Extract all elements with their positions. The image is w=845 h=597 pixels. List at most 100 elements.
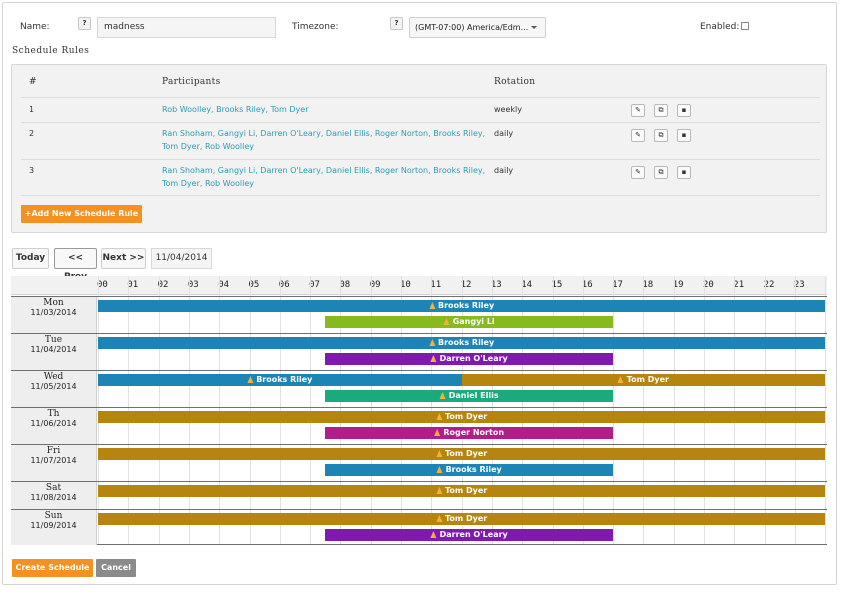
day-name: Fri — [46, 446, 61, 456]
copy-icon: ⧉ — [658, 131, 664, 139]
delete-rule-button[interactable]: ▪ — [677, 166, 691, 179]
delete-rule-button[interactable]: ▪ — [677, 104, 691, 117]
participants-link-cont[interactable]: Tom Dyer, Rob Woolley — [162, 140, 492, 153]
person-icon — [435, 450, 442, 457]
cancel-button[interactable]: Cancel — [96, 559, 136, 577]
add-schedule-rule-button[interactable]: +Add New Schedule Rule — [21, 205, 142, 223]
person-icon — [247, 376, 254, 383]
shift-bar[interactable]: Tom Dyer — [461, 374, 826, 386]
shift-person-name: Tom Dyer — [444, 412, 488, 421]
person-icon — [429, 302, 435, 309]
shift-label: Darren O'Leary — [430, 353, 508, 365]
timezone-select[interactable]: (GMT-07:00) America/Edm... — [409, 17, 546, 38]
col-header-num: # — [29, 77, 37, 87]
person-icon — [443, 318, 450, 325]
day-label: Wed 11/05/2014 — [11, 371, 97, 407]
create-schedule-button[interactable]: Create Schedule — [12, 559, 93, 577]
shift-person-name: Tom Dyer — [444, 449, 488, 458]
shift-label: Tom Dyer — [435, 485, 487, 497]
shift-label: Tom Dyer — [435, 411, 488, 423]
shift-bar[interactable]: Tom Dyer — [98, 485, 826, 497]
person-icon — [434, 429, 441, 436]
day-date: 11/07/2014 — [30, 456, 77, 465]
col-header-rotation: Rotation — [494, 77, 536, 87]
person-icon — [430, 355, 437, 362]
day-label: Fri 11/07/2014 — [11, 445, 97, 481]
shift-bar[interactable]: Gangyi Li — [325, 316, 614, 328]
shift-bar[interactable]: Brooks Riley — [98, 300, 826, 312]
day-name: Th — [47, 409, 60, 419]
rule-participants: Ran Shoham, Gangyi Li, Darren O'Leary, D… — [162, 127, 492, 153]
rule-row: 3 Ran Shoham, Gangyi Li, Darren O'Leary,… — [21, 159, 820, 196]
shift-person-name: Brooks Riley — [438, 338, 495, 347]
day-label: Sat 11/08/2014 — [11, 482, 97, 509]
participants-link[interactable]: Ran Shoham, Gangyi Li, Darren O'Leary, D… — [162, 164, 492, 177]
shift-bar[interactable]: Daniel Ellis — [325, 390, 614, 402]
name-help-button[interactable]: ? — [78, 17, 91, 30]
person-icon — [436, 466, 443, 473]
day-date: 11/09/2014 — [30, 521, 77, 530]
col-header-participants: Participants — [162, 77, 221, 87]
shift-bar[interactable]: Tom Dyer — [98, 411, 826, 423]
shift-person-name: Gangyi Li — [452, 317, 495, 326]
day-row: Th 11/06/2014 Tom Dyer Roger Norton — [11, 407, 827, 444]
rule-row: 1 Rob Woolley, Brooks Riley, Tom Dyer we… — [21, 97, 820, 122]
timezone-value: (GMT-07:00) America/Edm... — [415, 23, 529, 32]
shift-bar[interactable]: Tom Dyer — [98, 448, 826, 460]
shift-person-name: Brooks Riley — [445, 465, 502, 474]
name-input[interactable]: madness — [97, 17, 276, 38]
prev-button[interactable]: << Prev — [54, 248, 97, 282]
participants-link[interactable]: Rob Woolley, Brooks Riley, Tom Dyer — [162, 103, 482, 116]
shift-bar[interactable]: Tom Dyer — [98, 513, 826, 525]
next-button[interactable]: Next >> — [101, 248, 146, 269]
shift-bar[interactable]: Darren O'Leary — [325, 353, 614, 365]
copy-rule-button[interactable]: ⧉ — [654, 129, 668, 142]
schedule-rules-title: Schedule Rules — [12, 46, 90, 56]
edit-rule-button[interactable]: ✎ — [631, 104, 645, 117]
edit-rule-button[interactable]: ✎ — [631, 166, 645, 179]
copy-icon: ⧉ — [658, 106, 664, 114]
shift-label: Roger Norton — [434, 427, 504, 439]
timezone-help-button[interactable]: ? — [390, 17, 403, 30]
delete-rule-button[interactable]: ▪ — [677, 129, 691, 142]
shift-bar[interactable]: Brooks Riley — [98, 374, 462, 386]
rule-rotation: weekly — [494, 105, 522, 114]
day-name: Wed — [43, 372, 64, 382]
shift-label: Brooks Riley — [247, 374, 312, 386]
schedule-calendar: 00 01 02 03 04 05 06 07 08 09 10 11 12 13 14 15 16 17 18 19… — [11, 276, 827, 545]
shift-label: Gangyi Li — [443, 316, 495, 328]
copy-rule-button[interactable]: ⧉ — [654, 104, 668, 117]
day-date: 11/05/2014 — [30, 382, 77, 391]
person-icon — [430, 531, 437, 538]
shift-person-name: Tom Dyer — [626, 375, 670, 384]
shift-person-name: Darren O'Leary — [439, 530, 508, 539]
shift-person-name: Brooks Riley — [256, 375, 313, 384]
schedule-rules-table: # Participants Rotation 1 Rob Woolley, B… — [11, 64, 827, 233]
trash-icon: ▪ — [681, 168, 687, 176]
shift-label: Brooks Riley — [436, 464, 502, 476]
current-date-field[interactable]: 11/04/2014 — [151, 248, 212, 269]
trash-icon: ▪ — [681, 131, 687, 139]
name-label: Name: — [20, 22, 50, 32]
copy-rule-button[interactable]: ⧉ — [654, 166, 668, 179]
shift-bar[interactable]: Brooks Riley — [98, 337, 826, 349]
shift-label: Brooks Riley — [429, 337, 494, 349]
shift-label: Daniel Ellis — [439, 390, 499, 402]
enabled-checkbox[interactable] — [741, 22, 749, 30]
shift-bar[interactable]: Roger Norton — [325, 427, 614, 439]
person-icon — [435, 487, 442, 494]
shift-bar[interactable]: Darren O'Leary — [325, 529, 614, 541]
day-date: 11/03/2014 — [30, 308, 77, 317]
pencil-icon: ✎ — [635, 106, 641, 114]
day-row: Mon 11/03/2014 Brooks Riley Gangyi Li — [11, 296, 827, 333]
rule-rotation: daily — [494, 166, 514, 175]
person-icon — [439, 392, 446, 399]
participants-link-cont[interactable]: Tom Dyer, Rob Woolley — [162, 177, 492, 190]
pencil-icon: ✎ — [635, 168, 641, 176]
edit-rule-button[interactable]: ✎ — [631, 129, 645, 142]
participants-link[interactable]: Ran Shoham, Gangyi Li, Darren O'Leary, D… — [162, 127, 492, 140]
shift-bar[interactable]: Brooks Riley — [325, 464, 614, 476]
day-label: Sun 11/09/2014 — [11, 510, 97, 545]
day-label: Tue 11/04/2014 — [11, 334, 97, 370]
today-button[interactable]: Today — [12, 248, 49, 269]
